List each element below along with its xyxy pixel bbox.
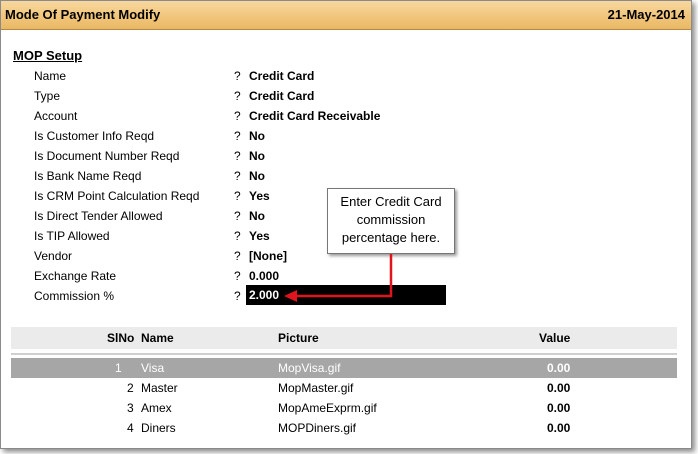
cell-slno: 2 (127, 381, 134, 395)
cell-value: 0.00 (547, 401, 571, 415)
cell-name: Visa (141, 361, 165, 375)
cell-picture: MopVisa.gif (278, 361, 341, 375)
cell-picture: MopAmeExprm.gif (278, 401, 377, 415)
mop-modify-window: Mode Of Payment Modify 21-May-2014 MOP S… (0, 0, 692, 449)
cell-picture: MOPDiners.gif (278, 421, 357, 435)
cell-name: Diners (141, 421, 176, 435)
cell-value: 0.00 (547, 421, 571, 435)
column-header-name[interactable]: Name (141, 331, 174, 345)
grid-divider (11, 353, 677, 355)
column-header-value[interactable]: Value (539, 331, 570, 345)
grid-header: SlNo Name Picture Value (11, 327, 677, 349)
table-row[interactable]: 2 Master MopMaster.gif 0.00 (11, 378, 677, 398)
cell-picture: MopMaster.gif (278, 381, 354, 395)
column-header-picture[interactable]: Picture (278, 331, 319, 345)
cell-slno: 3 (127, 401, 134, 415)
cell-value: 0.00 (547, 361, 571, 375)
cell-name: Master (141, 381, 178, 395)
table-row[interactable]: 1 Visa MopVisa.gif 0.00 (11, 358, 677, 378)
table-row[interactable]: 3 Amex MopAmeExprm.gif 0.00 (11, 398, 677, 418)
column-header-slno[interactable]: SlNo (107, 331, 134, 345)
cell-name: Amex (141, 401, 172, 415)
cell-slno: 1 (115, 361, 122, 375)
cell-value: 0.00 (547, 381, 571, 395)
cell-slno: 4 (127, 421, 134, 435)
table-row[interactable]: 4 Diners MOPDiners.gif 0.00 (11, 418, 677, 438)
